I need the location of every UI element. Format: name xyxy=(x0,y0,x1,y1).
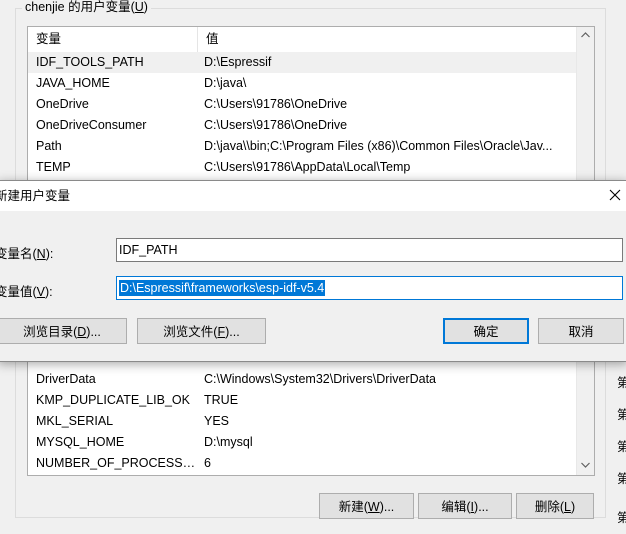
table-row[interactable]: IDF_TOOLS_PATH D:\Espressif xyxy=(28,52,576,73)
variable-name: OneDrive xyxy=(36,97,89,111)
browse-directory-button[interactable]: 浏览目录(D)... xyxy=(0,318,127,344)
variable-value: C:\Windows\System32\Drivers\DriverData xyxy=(204,372,436,386)
variable-name: NUMBER_OF_PROCESSORS xyxy=(36,456,196,470)
background-window-text: 第 xyxy=(617,408,626,422)
variable-name: OneDriveConsumer xyxy=(36,118,147,132)
table-row[interactable]: TEMP C:\Users\91786\AppData\Local\Temp xyxy=(28,157,576,178)
new-variable-button[interactable]: 新建(W)... xyxy=(319,493,414,519)
variable-value: D:\mysql xyxy=(204,435,253,449)
variable-name-field[interactable]: IDF_PATH xyxy=(116,238,623,262)
table-row[interactable]: DriverData C:\Windows\System32\Drivers\D… xyxy=(28,369,576,390)
variable-name: JAVA_HOME xyxy=(36,76,110,90)
table-row[interactable]: MYSQL_HOME D:\mysql xyxy=(28,432,576,453)
variable-name: MYSQL_HOME xyxy=(36,435,125,449)
chevron-down-icon[interactable] xyxy=(577,457,594,474)
table-row[interactable]: MKL_SERIAL YES xyxy=(28,411,576,432)
variable-value: TRUE xyxy=(204,393,239,407)
background-window-text: 第 xyxy=(617,472,626,486)
variable-value-field[interactable]: D:\Espressif\frameworks\esp-idf-v5.4 xyxy=(116,276,623,300)
table-row[interactable]: KMP_DUPLICATE_LIB_OK TRUE xyxy=(28,390,576,411)
browse-file-button[interactable]: 浏览文件(F)... xyxy=(137,318,266,344)
variable-name: MKL_SERIAL xyxy=(36,414,114,428)
variable-name-label: 变量名(N): xyxy=(0,247,54,261)
variable-value: C:\Users\91786\OneDrive xyxy=(204,97,348,111)
dialog-title: 新建用户变量 xyxy=(0,189,71,203)
table-row[interactable]: NUMBER_OF_PROCESSORS 6 xyxy=(28,453,576,474)
variable-value: YES xyxy=(204,414,230,428)
variable-value: D:\Espressif xyxy=(204,55,272,69)
variable-value: D:\java\\bin;C:\Program Files (x86)\Comm… xyxy=(204,139,553,153)
variable-name: Path xyxy=(36,139,62,153)
edit-variable-button[interactable]: 编辑(I)... xyxy=(418,493,512,519)
background-window-text: 第 xyxy=(617,511,626,525)
variable-value: C:\Users\91786\OneDrive xyxy=(204,118,348,132)
variable-name: DriverData xyxy=(36,372,96,386)
close-icon[interactable] xyxy=(607,187,623,203)
variable-value: C:\Users\91786\AppData\Local\Temp xyxy=(204,160,411,174)
user-variables-group-title: chenjie 的用户变量(U) xyxy=(22,0,151,15)
table-row[interactable]: OneDriveConsumer C:\Users\91786\OneDrive xyxy=(28,115,576,136)
ok-button[interactable]: 确定 xyxy=(443,318,529,344)
list-header: 变量 值 xyxy=(28,27,576,53)
table-row[interactable]: Path D:\java\\bin;C:\Program Files (x86)… xyxy=(28,136,576,157)
background-window-text: 第 xyxy=(617,376,626,390)
background-window-text: 第 xyxy=(617,440,626,454)
new-user-variable-dialog: 新建用户变量 变量名(N): IDF_PATH 变量值(V): D:\Espre… xyxy=(0,180,626,362)
column-header-variable[interactable]: 变量 xyxy=(28,27,198,52)
table-row[interactable]: JAVA_HOME D:\java\ xyxy=(28,73,576,94)
table-row[interactable]: OneDrive C:\Users\91786\OneDrive xyxy=(28,94,576,115)
variable-value: 6 xyxy=(204,456,211,470)
variable-name: TEMP xyxy=(36,160,71,174)
variable-name: IDF_TOOLS_PATH xyxy=(36,55,144,69)
delete-variable-button[interactable]: 删除(L) xyxy=(516,493,594,519)
variable-value-label: 变量值(V): xyxy=(0,285,53,299)
chevron-up-icon[interactable] xyxy=(577,27,594,44)
column-header-value[interactable]: 值 xyxy=(198,27,576,52)
dialog-titlebar[interactable]: 新建用户变量 xyxy=(0,181,626,211)
selected-text: D:\Espressif\frameworks\esp-idf-v5.4 xyxy=(119,280,326,296)
variable-value: D:\java\ xyxy=(204,76,247,90)
cancel-button[interactable]: 取消 xyxy=(538,318,624,344)
variable-name: KMP_DUPLICATE_LIB_OK xyxy=(36,393,190,407)
